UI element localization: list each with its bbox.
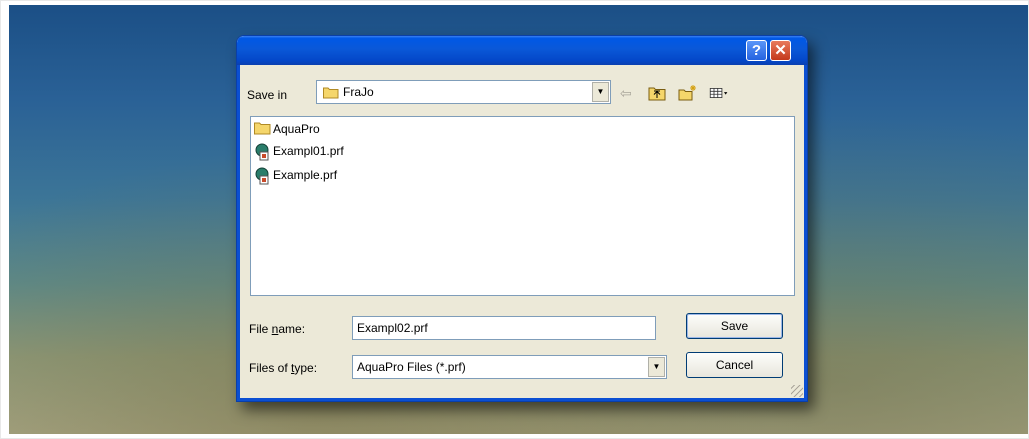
chevron-down-icon[interactable]: ▼ bbox=[648, 357, 665, 377]
label-part: Files of bbox=[249, 361, 292, 375]
label-part: File bbox=[249, 322, 272, 336]
close-button[interactable]: ✕ bbox=[770, 40, 791, 61]
save-in-label: Save in bbox=[247, 88, 288, 102]
file-name-label: File name: bbox=[249, 322, 305, 336]
window-border-left bbox=[237, 65, 240, 401]
prf-file-icon bbox=[255, 167, 269, 185]
chevron-down-icon[interactable]: ▼ bbox=[592, 82, 609, 102]
save-button[interactable]: Save bbox=[686, 313, 783, 339]
file-type-value: AquaPro Files (*.prf) bbox=[357, 360, 466, 374]
file-type-label: Files of type: bbox=[249, 361, 317, 375]
folder-icon bbox=[323, 87, 339, 99]
help-button[interactable]: ? bbox=[746, 40, 767, 61]
label-part: ype: bbox=[294, 361, 318, 375]
resize-grip[interactable] bbox=[791, 385, 803, 397]
save-in-dropdown[interactable]: FraJo ▼ bbox=[316, 80, 611, 104]
file-name: AquaPro bbox=[273, 122, 320, 136]
window-border-bottom bbox=[237, 398, 807, 401]
file-name: Example.prf bbox=[273, 168, 338, 182]
file-name-input[interactable] bbox=[352, 316, 656, 340]
prf-file-icon bbox=[255, 143, 269, 161]
back-arrow-icon[interactable]: ⇦ bbox=[620, 84, 640, 102]
folder-icon bbox=[254, 122, 271, 135]
file-type-dropdown[interactable]: AquaPro Files (*.prf) ▼ bbox=[352, 355, 667, 379]
file-name: Exampl01.prf bbox=[273, 144, 344, 158]
save-in-value: FraJo bbox=[343, 85, 374, 99]
save-file-dialog: ? ✕ Save in FraJo ▼ ⇦ AquaPro Exampl01.p… bbox=[236, 35, 808, 402]
cancel-button[interactable]: Cancel bbox=[686, 352, 783, 378]
window-border-right bbox=[804, 65, 807, 401]
up-folder-icon[interactable] bbox=[647, 84, 667, 102]
label-part: ame: bbox=[278, 322, 306, 336]
title-bar[interactable]: ? ✕ bbox=[237, 36, 807, 65]
new-folder-icon[interactable] bbox=[677, 84, 697, 102]
view-menu-icon[interactable] bbox=[709, 84, 729, 102]
file-list[interactable]: AquaPro Exampl01.prf Example.prf bbox=[250, 116, 795, 296]
